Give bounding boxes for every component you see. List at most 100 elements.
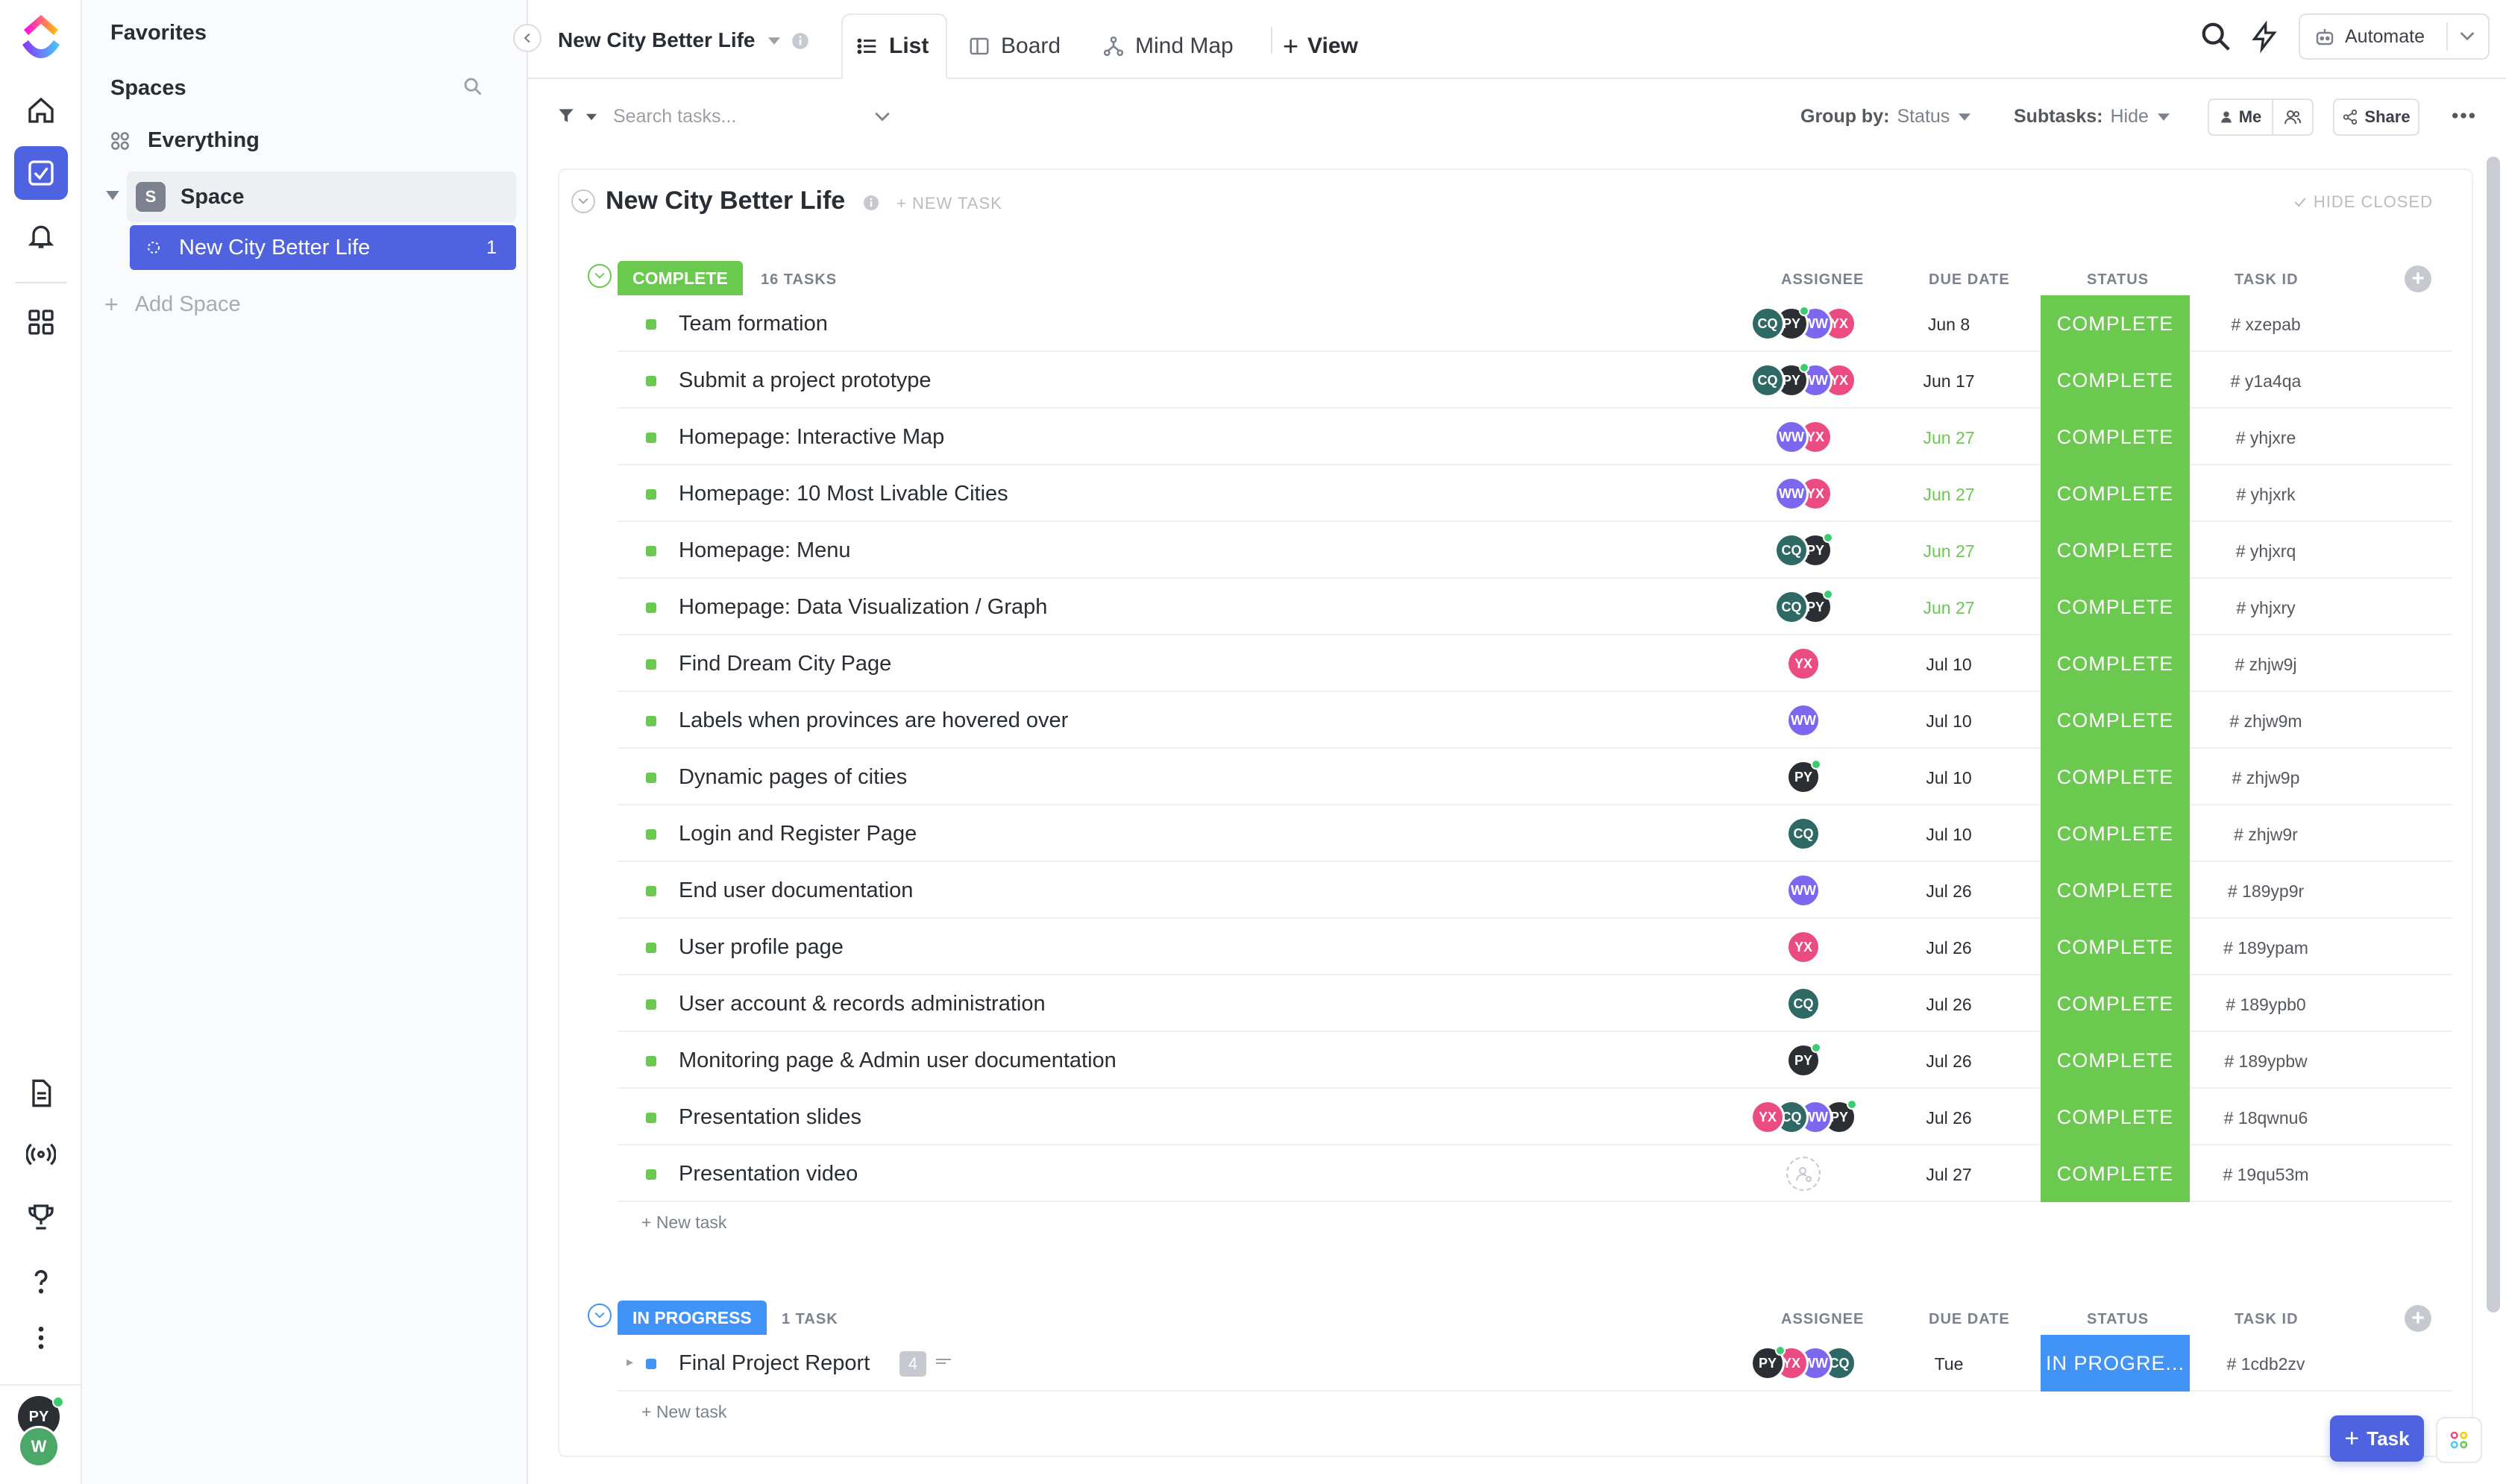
dashboards-grid-icon[interactable]: [14, 295, 68, 349]
assignee-avatar[interactable]: CQ: [1786, 987, 1821, 1021]
assignee-avatar[interactable]: WW: [1774, 477, 1809, 511]
status-badge[interactable]: COMPLETE: [2041, 1032, 2190, 1089]
assignee-cell[interactable]: CQ PY WW YX: [1677, 306, 1930, 341]
task-id[interactable]: # 189yp9r: [2184, 881, 2348, 902]
due-date[interactable]: Jun 27: [1893, 541, 2005, 562]
filter-icon[interactable]: [556, 106, 576, 125]
assignee-avatar[interactable]: PY: [1786, 1043, 1821, 1078]
due-date[interactable]: Jun 17: [1893, 371, 2005, 392]
column-header-task-id[interactable]: TASK ID: [2235, 271, 2299, 289]
table-row[interactable]: Find Dream City Page YX Jul 10 COMPLETE # zh…: [618, 635, 2452, 692]
table-row[interactable]: Presentation video Jul 27 COMPLETE # 19qu53…: [618, 1145, 2452, 1202]
task-name[interactable]: Presentation video: [679, 1162, 858, 1186]
subtasks-dropdown[interactable]: Subtasks: Hide: [2014, 106, 2170, 128]
status-square-icon[interactable]: [646, 376, 656, 386]
search-icon[interactable]: [2199, 19, 2233, 54]
table-row[interactable]: Team formation CQ PY WW YX Jun 8 COMPLETE # xze…: [618, 295, 2452, 352]
due-date[interactable]: Jul 26: [1893, 1051, 2005, 1072]
status-square-icon[interactable]: [646, 773, 656, 783]
assignee-cell[interactable]: CQ: [1677, 987, 1930, 1021]
status-square-icon[interactable]: [646, 886, 656, 896]
clickup-logo[interactable]: [18, 12, 64, 61]
status-badge[interactable]: IN PROGRE...: [2041, 1335, 2190, 1392]
table-row[interactable]: Labels when provinces are hovered over WW…: [618, 692, 2452, 749]
assignee-avatar[interactable]: CQ: [1774, 533, 1809, 567]
apps-button[interactable]: [2436, 1417, 2482, 1463]
task-id[interactable]: # xzepab: [2184, 315, 2348, 335]
task-name[interactable]: Homepage: Data Visualization / Graph: [679, 595, 1047, 620]
due-date[interactable]: Jul 10: [1893, 825, 2005, 845]
status-square-icon[interactable]: [646, 999, 656, 1010]
share-button[interactable]: Share: [2333, 98, 2419, 136]
task-name[interactable]: Final Project Report: [679, 1351, 870, 1376]
goals-trophy-icon[interactable]: [14, 1190, 68, 1244]
new-task-header-button[interactable]: + NEW TASK: [896, 194, 1002, 213]
add-view-button[interactable]: + View: [1283, 13, 1358, 79]
assignee-cell[interactable]: [1677, 1157, 1930, 1191]
status-badge[interactable]: COMPLETE: [2041, 465, 2190, 522]
assignee-avatar[interactable]: WW: [1786, 703, 1821, 738]
task-name[interactable]: Homepage: Interactive Map: [679, 425, 944, 450]
column-header-task-id[interactable]: TASK ID: [2235, 1311, 2299, 1328]
status-square-icon[interactable]: [646, 603, 656, 613]
status-badge[interactable]: COMPLETE: [2041, 409, 2190, 465]
column-header-assignee[interactable]: ASSIGNEE: [1781, 271, 1864, 289]
pulse-broadcast-icon[interactable]: [14, 1128, 68, 1181]
new-task-fab-button[interactable]: + Task: [2330, 1415, 2424, 1462]
status-square-icon[interactable]: [646, 546, 656, 556]
table-row[interactable]: End user documentation WW Jul 26 COMPLETE # …: [618, 862, 2452, 919]
assignee-avatar[interactable]: CQ: [1750, 306, 1785, 341]
due-date[interactable]: Jun 27: [1893, 428, 2005, 448]
assignee-avatar[interactable]: PY: [1786, 759, 1821, 794]
task-id[interactable]: # y1a4qa: [2184, 371, 2348, 392]
table-row[interactable]: Homepage: Data Visualization / Graph CQ PY…: [618, 579, 2452, 635]
new-task-complete-button[interactable]: + New task: [641, 1213, 726, 1233]
status-square-icon[interactable]: [646, 829, 656, 840]
task-name[interactable]: Presentation slides: [679, 1105, 861, 1130]
status-badge[interactable]: COMPLETE: [2041, 295, 2190, 352]
scrollbar[interactable]: [2487, 157, 2500, 1312]
task-name[interactable]: Login and Register Page: [679, 822, 917, 846]
table-row[interactable]: User account & records administration CQ J…: [618, 975, 2452, 1032]
status-square-icon[interactable]: [646, 716, 656, 726]
tab-mind-map[interactable]: Mind Map: [1102, 13, 1234, 79]
due-date[interactable]: Jul 10: [1893, 711, 2005, 732]
assignee-cell[interactable]: WW: [1677, 873, 1930, 908]
task-id[interactable]: # zhjw9p: [2184, 768, 2348, 788]
due-date[interactable]: Jul 26: [1893, 881, 2005, 902]
column-header-status[interactable]: STATUS: [2087, 1311, 2149, 1328]
assignee-avatar[interactable]: PY: [1750, 1345, 1786, 1380]
due-date[interactable]: Jul 27: [1893, 1165, 2005, 1185]
assignee-avatar[interactable]: YX: [1750, 1100, 1785, 1134]
task-name[interactable]: Team formation: [679, 312, 828, 336]
status-badge[interactable]: COMPLETE: [2041, 352, 2190, 409]
task-id[interactable]: # 189ypam: [2184, 938, 2348, 958]
tasks-icon[interactable]: [14, 146, 68, 200]
due-date[interactable]: Jun 8: [1893, 315, 2005, 335]
chevron-down-icon[interactable]: [2460, 31, 2475, 42]
group-by-dropdown[interactable]: Group by: Status: [1800, 106, 1971, 128]
status-badge[interactable]: COMPLETE: [2041, 749, 2190, 805]
task-name[interactable]: Monitoring page & Admin user documentati…: [679, 1048, 1117, 1073]
home-icon[interactable]: [14, 84, 68, 137]
title-caret-down-icon[interactable]: [768, 37, 780, 45]
due-date[interactable]: Jul 10: [1893, 768, 2005, 788]
add-column-button[interactable]: +: [2405, 1305, 2431, 1332]
task-id[interactable]: # yhjxrk: [2184, 485, 2348, 505]
sidebar-item-space[interactable]: S Space: [106, 172, 516, 222]
assignee-avatar[interactable]: YX: [1786, 930, 1821, 964]
search-options-chevron-icon[interactable]: [874, 112, 891, 122]
status-square-icon[interactable]: [646, 1169, 656, 1180]
assignee-avatar[interactable]: WW: [1786, 873, 1821, 908]
column-header-due-date[interactable]: DUE DATE: [1929, 1311, 2010, 1328]
status-square-icon[interactable]: [646, 489, 656, 500]
notifications-bell-icon[interactable]: [14, 209, 68, 262]
collapse-list-toggle[interactable]: [571, 189, 595, 213]
assignee-cell[interactable]: YX CQ WW PY: [1677, 1099, 1930, 1134]
new-task-in-progress-button[interactable]: + New task: [641, 1402, 726, 1422]
due-date[interactable]: Jul 10: [1893, 655, 2005, 675]
subtask-count-badge[interactable]: 4: [899, 1351, 926, 1377]
add-column-button[interactable]: +: [2405, 265, 2431, 292]
assignee-avatar[interactable]: CQ: [1774, 590, 1809, 624]
task-id[interactable]: # yhjxry: [2184, 598, 2348, 618]
